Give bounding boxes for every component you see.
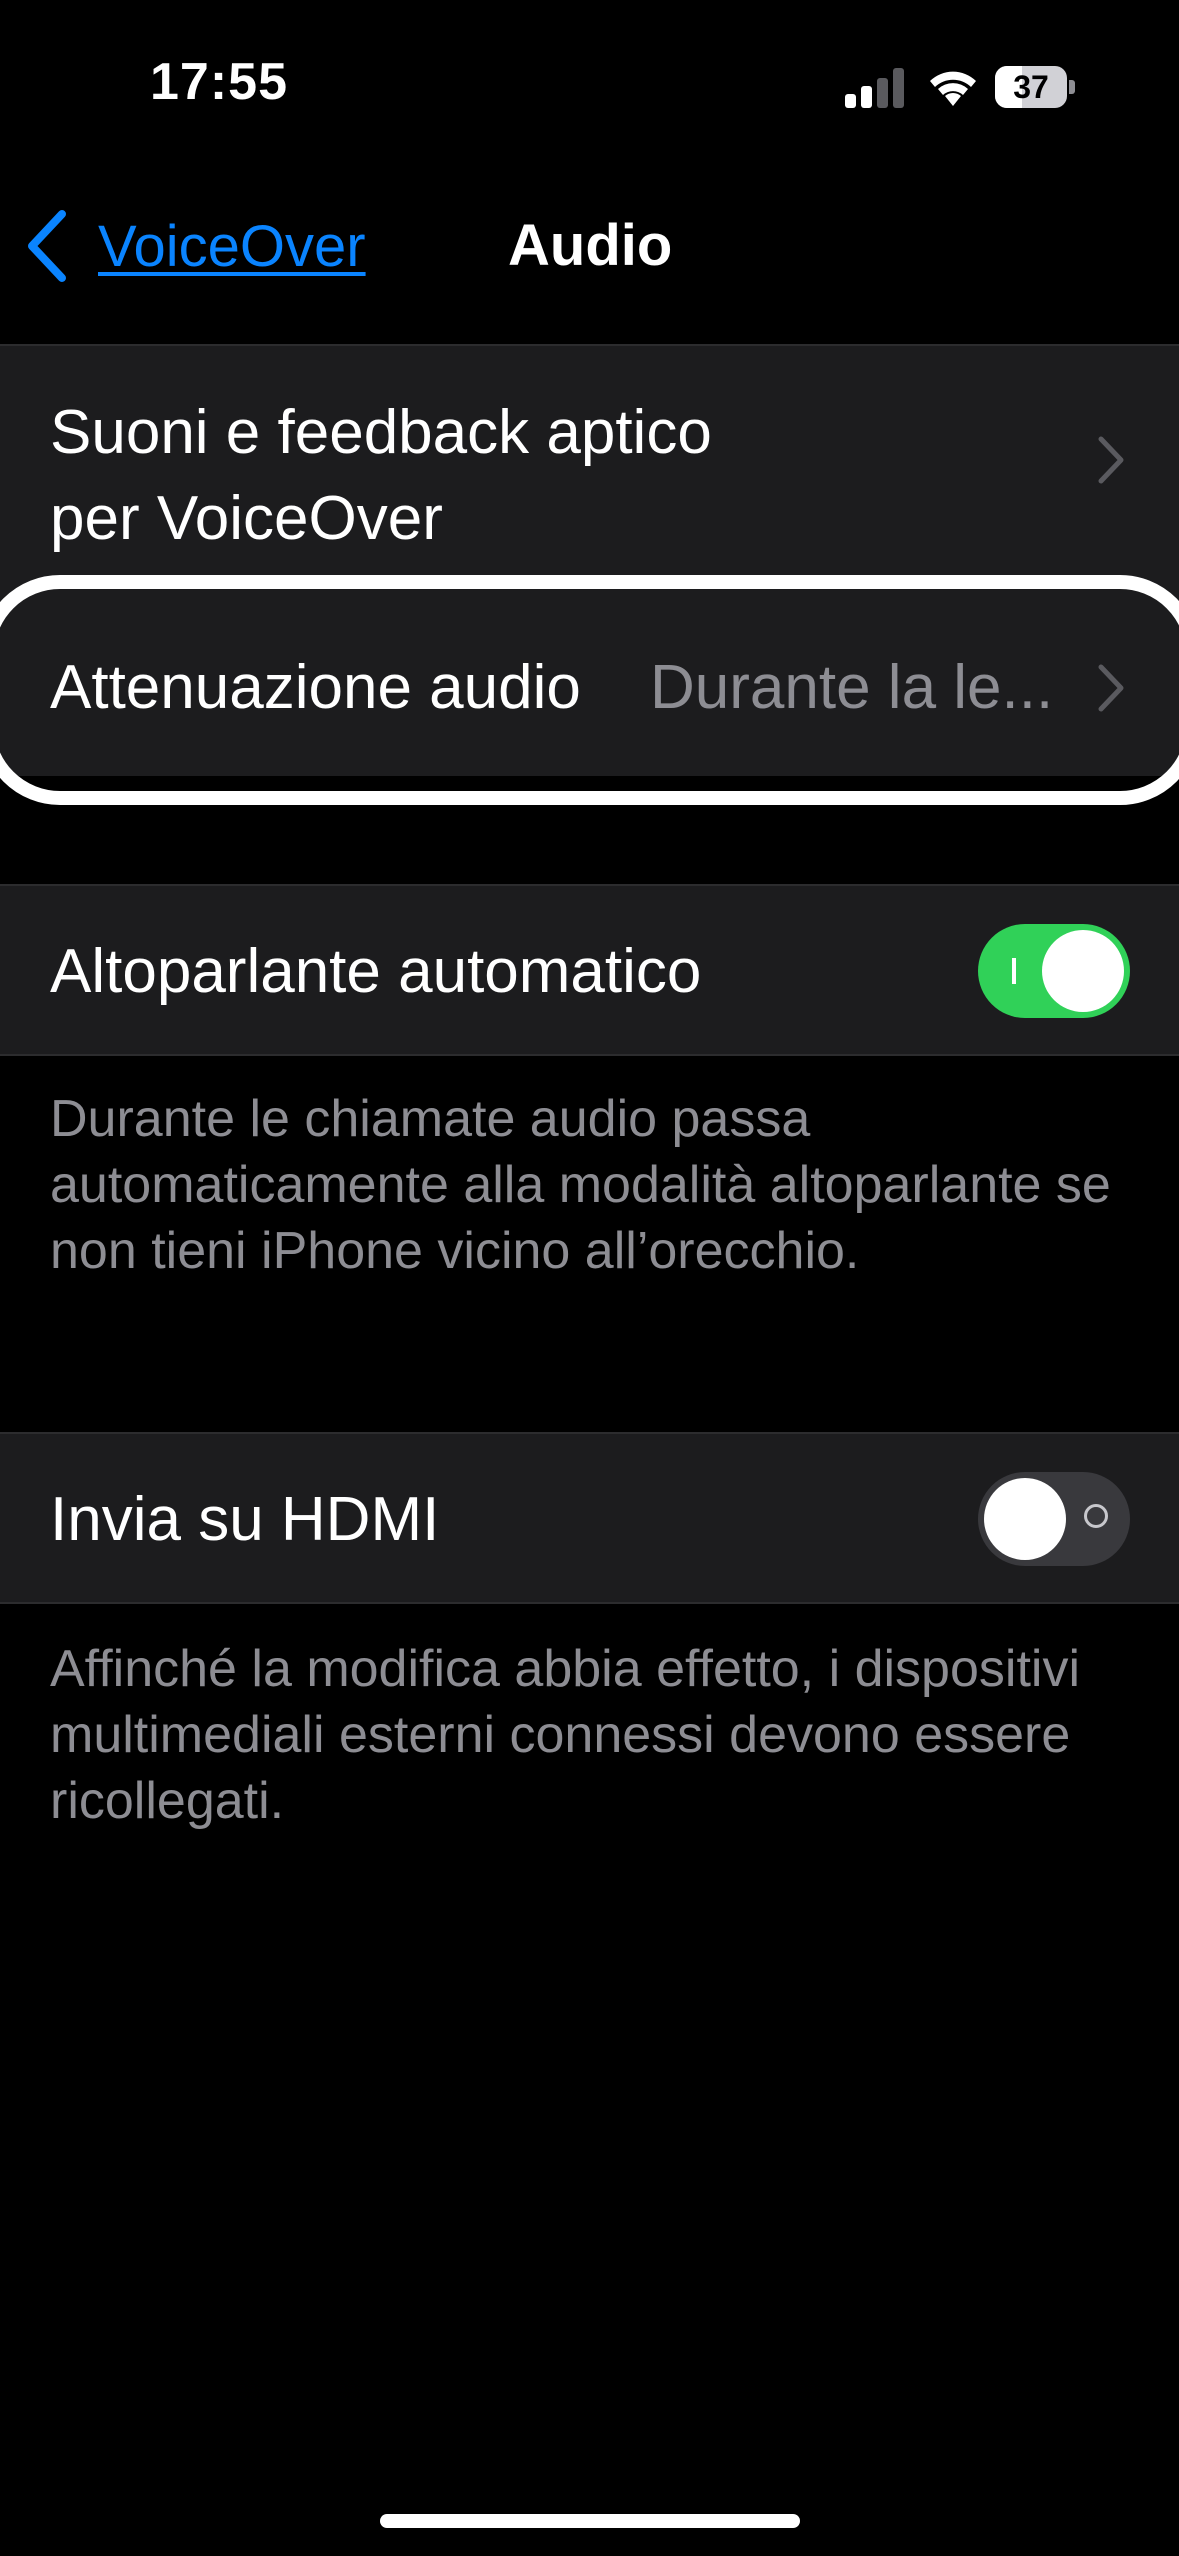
row-sounds-haptics-label: Suoni e feedback aptico per VoiceOver bbox=[50, 390, 712, 562]
row-auto-speaker: Altoparlante automatico bbox=[0, 884, 1179, 1056]
toggle-knob bbox=[984, 1478, 1066, 1560]
cellular-signal-icon bbox=[845, 68, 907, 108]
toggle-on-mark bbox=[1012, 958, 1016, 984]
row-sounds-haptics-label-line2: per VoiceOver bbox=[50, 484, 443, 553]
wifi-icon bbox=[930, 71, 976, 106]
status-bar: 17:55 37 bbox=[0, 0, 1179, 176]
hdmi-toggle[interactable] bbox=[978, 1472, 1130, 1566]
row-auto-speaker-label: Altoparlante automatico bbox=[50, 937, 702, 1006]
page-title: Audio bbox=[508, 213, 673, 278]
auto-speaker-footer: Durante le chiamate audio passa automati… bbox=[50, 1090, 1111, 1280]
battery-icon: 37 bbox=[995, 66, 1075, 108]
row-sounds-haptics-label-line1: Suoni e feedback aptico bbox=[50, 398, 712, 467]
auto-speaker-toggle[interactable] bbox=[978, 924, 1130, 1018]
row-hdmi-label: Invia su HDMI bbox=[50, 1485, 440, 1554]
navigation-bar: VoiceOver Audio bbox=[0, 176, 1179, 316]
chevron-left-icon bbox=[28, 210, 66, 282]
chevron-right-icon bbox=[1098, 436, 1124, 484]
row-hdmi: Invia su HDMI bbox=[0, 1432, 1179, 1604]
row-sounds-haptics[interactable]: Suoni e feedback aptico per VoiceOver bbox=[0, 344, 1179, 576]
back-button-label: VoiceOver bbox=[98, 213, 366, 279]
voiceover-focus-highlight bbox=[0, 575, 1179, 805]
home-indicator[interactable] bbox=[380, 2514, 800, 2528]
back-button[interactable]: VoiceOver bbox=[24, 176, 366, 316]
hdmi-footer: Affinché la modifica abbia effetto, i di… bbox=[50, 1640, 1080, 1830]
toggle-knob bbox=[1042, 930, 1124, 1012]
battery-level: 37 bbox=[1013, 69, 1049, 105]
toggle-off-mark bbox=[1084, 1504, 1108, 1528]
status-time: 17:55 bbox=[150, 53, 288, 111]
